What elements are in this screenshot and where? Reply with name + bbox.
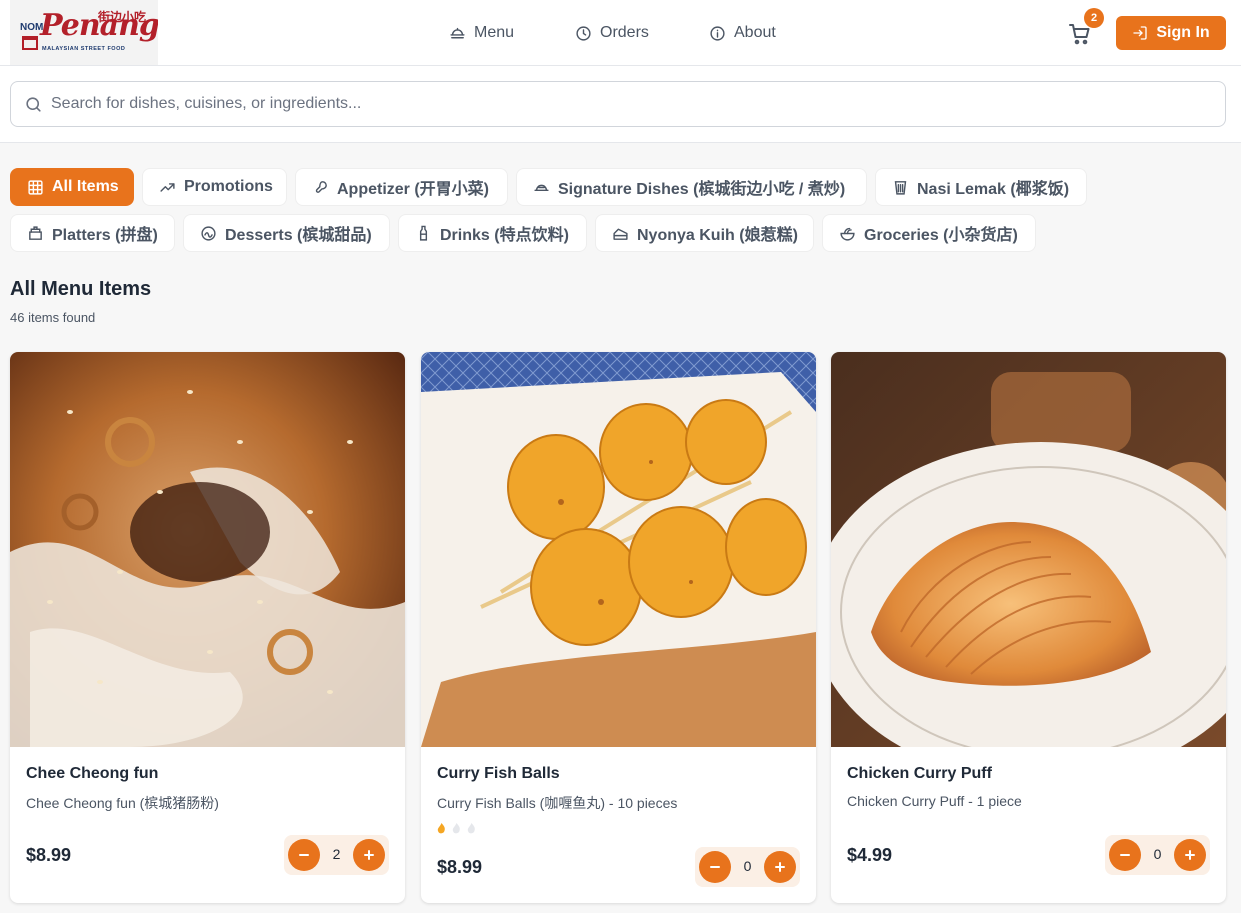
minus-icon	[1120, 854, 1130, 856]
category-label: Drinks (特点饮料)	[440, 227, 569, 244]
category-label: Platters (拼盘)	[52, 227, 158, 244]
minus-icon	[299, 854, 309, 856]
category-label: Appetizer (开胃小菜)	[337, 181, 490, 198]
plus-icon	[775, 862, 785, 872]
category-label: Nasi Lemak (椰浆饭)	[917, 181, 1070, 198]
item-price: $4.99	[847, 845, 893, 865]
logo-subtitle: MALAYSIAN STREET FOOD	[42, 46, 126, 52]
category-label: Promotions	[184, 178, 273, 195]
chili-icon	[437, 823, 445, 834]
stall-icon	[22, 36, 38, 50]
item-description: Chee Cheong fun (槟城猪肠粉)	[26, 795, 219, 811]
cup-icon	[894, 180, 907, 195]
nav-about-label: About	[734, 24, 776, 41]
item-description: Curry Fish Balls (咖喱鱼丸) - 10 pieces	[437, 795, 678, 811]
category-drinks[interactable]: Drinks (特点饮料)	[398, 214, 587, 252]
item-price: $8.99	[26, 845, 72, 865]
bowl-icon	[840, 227, 855, 241]
category-label: Nyonya Kuih (娘惹糕)	[637, 227, 798, 244]
logo-chinese: 街边小吃	[98, 10, 147, 24]
category-platters[interactable]: Platters (拼盘)	[10, 214, 175, 252]
dessert-icon	[201, 225, 216, 241]
dish-icon	[534, 184, 549, 191]
minus-icon	[710, 866, 720, 868]
drumstick-icon	[315, 180, 327, 193]
category-label: Groceries (小杂货店)	[864, 227, 1018, 244]
item-name: Curry Fish Balls	[437, 765, 560, 782]
quantity-stepper: 0	[1105, 835, 1210, 875]
login-icon	[1133, 26, 1147, 40]
category-nyonya-kuih[interactable]: Nyonya Kuih (娘惹糕)	[595, 214, 814, 252]
category-nasi-lemak[interactable]: Nasi Lemak (椰浆饭)	[875, 168, 1087, 206]
nav-menu[interactable]: Menu	[449, 22, 514, 44]
sign-in-button[interactable]: Sign In	[1116, 16, 1226, 50]
dish-photo	[421, 352, 816, 747]
category-signature-dishes[interactable]: Signature Dishes (槟城街边小吃 / 煮炒)	[516, 168, 867, 206]
nav-menu-label: Menu	[474, 24, 515, 41]
bottle-icon	[419, 225, 428, 241]
item-name: Chicken Curry Puff	[847, 765, 992, 782]
cart-count-badge: 2	[1084, 8, 1104, 28]
search-input[interactable]	[51, 82, 1211, 126]
decrease-quantity-button[interactable]	[699, 851, 731, 883]
quantity-stepper: 2	[284, 835, 389, 875]
dish-photo	[10, 352, 405, 747]
trending-up-icon	[160, 182, 175, 192]
increase-quantity-button[interactable]	[764, 851, 796, 883]
quantity-value: 2	[332, 846, 341, 862]
plus-icon	[364, 850, 374, 860]
platter-icon	[29, 225, 42, 240]
top-header: NOM Penang 街边小吃 MALAYSIAN STREET FOOD Me…	[0, 0, 1241, 66]
search-icon	[26, 97, 41, 112]
category-label: Desserts (槟城甜品)	[225, 227, 372, 244]
dish-photo	[831, 352, 1226, 747]
nav-about[interactable]: About	[709, 22, 776, 44]
category-label: All Items	[52, 178, 119, 195]
menu-item-card[interactable]: Chee Cheong fun Chee Cheong fun (槟城猪肠粉) …	[10, 352, 405, 903]
spice-level	[437, 823, 476, 834]
category-promotions[interactable]: Promotions	[142, 168, 287, 206]
clock-icon	[576, 25, 591, 41]
menu-item-card[interactable]: Curry Fish Balls Curry Fish Balls (咖喱鱼丸)…	[421, 352, 816, 903]
item-name: Chee Cheong fun	[26, 765, 159, 782]
item-description: Chicken Curry Puff - 1 piece	[847, 793, 1022, 809]
search-box	[10, 81, 1226, 127]
nav-orders-label: Orders	[600, 24, 649, 41]
increase-quantity-button[interactable]	[353, 839, 385, 871]
brand-logo[interactable]: NOM Penang 街边小吃 MALAYSIAN STREET FOOD	[10, 0, 158, 65]
info-icon	[710, 25, 725, 41]
sign-in-label: Sign In	[1156, 24, 1210, 41]
category-label: Signature Dishes (槟城街边小吃 / 煮炒)	[558, 181, 846, 198]
category-appetizer[interactable]: Appetizer (开胃小菜)	[295, 168, 508, 206]
menu-item-card[interactable]: Chicken Curry Puff Chicken Curry Puff - …	[831, 352, 1226, 903]
decrease-quantity-button[interactable]	[1109, 839, 1141, 871]
items-count: 46 items found	[10, 310, 96, 325]
grid-icon	[28, 179, 43, 195]
chili-icon	[467, 823, 475, 834]
dish-icon	[450, 27, 465, 38]
increase-quantity-button[interactable]	[1174, 839, 1206, 871]
cake-slice-icon	[613, 228, 628, 240]
chili-icon	[452, 823, 460, 834]
category-groceries[interactable]: Groceries (小杂货店)	[822, 214, 1036, 252]
quantity-value: 0	[743, 858, 752, 874]
plus-icon	[1185, 850, 1195, 860]
decrease-quantity-button[interactable]	[288, 839, 320, 871]
item-price: $8.99	[437, 857, 483, 877]
nav-orders[interactable]: Orders	[575, 22, 649, 44]
category-desserts[interactable]: Desserts (槟城甜品)	[183, 214, 390, 252]
quantity-stepper: 0	[695, 847, 800, 887]
search-bar-section	[0, 66, 1241, 143]
section-title: All Menu Items	[10, 278, 152, 300]
category-all-items[interactable]: All Items	[10, 168, 134, 206]
quantity-value: 0	[1153, 846, 1162, 862]
